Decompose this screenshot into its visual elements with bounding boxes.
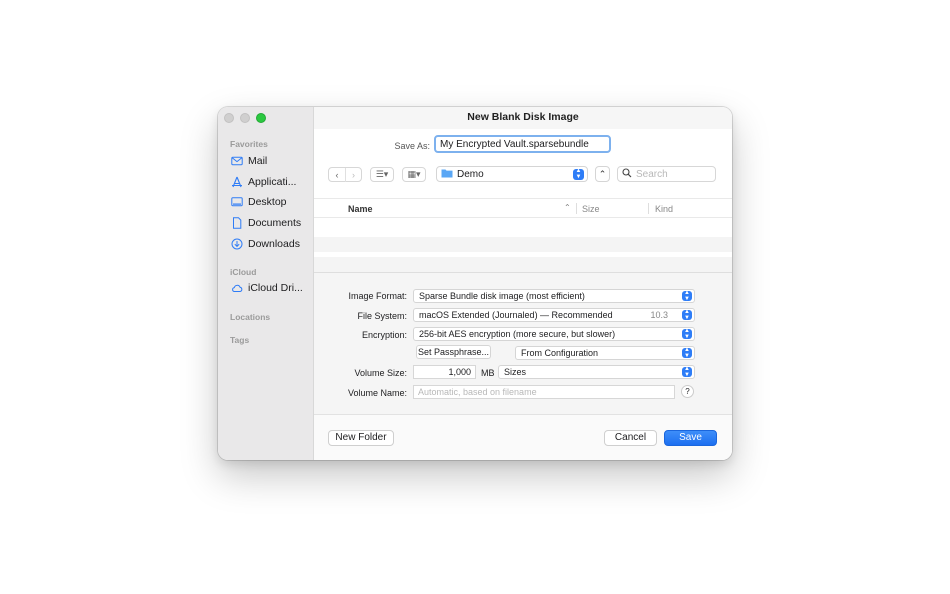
sidebar-item-label: Documents — [248, 217, 302, 229]
file-system-version: 10.3 — [650, 310, 668, 320]
sidebar-item-icloud-drive[interactable]: iCloud Dri... — [230, 279, 310, 297]
encryption-label: Encryption: — [361, 330, 407, 340]
sidebar-item-applications[interactable]: Applicati... — [230, 173, 310, 191]
column-kind[interactable]: Kind — [655, 204, 673, 214]
sidebar-item-downloads[interactable]: Downloads — [230, 235, 310, 253]
mail-icon — [230, 155, 243, 168]
applications-icon — [230, 176, 243, 189]
location-name: Demo — [457, 168, 484, 180]
set-passphrase-button[interactable]: Set Passphrase... — [416, 345, 491, 359]
sidebar-item-label: iCloud Dri... — [248, 282, 303, 294]
sidebar-item-desktop[interactable]: Desktop — [230, 193, 310, 211]
search-field — [617, 166, 716, 182]
new-folder-button[interactable]: New Folder — [328, 430, 394, 446]
popup-stepper-icon: ▲ ▼ — [573, 168, 584, 180]
downloads-icon — [230, 238, 243, 251]
sidebar-item-mail[interactable]: Mail — [230, 152, 310, 170]
image-format-popup[interactable]: Sparse Bundle disk image (most efficient… — [413, 289, 695, 303]
dialog-main: New Blank Disk Image Save As: ‹ › ☰▾ ▦▾ … — [314, 107, 732, 460]
save-button[interactable]: Save — [664, 430, 717, 446]
file-system-popup[interactable]: macOS Extended (Journaled) — Recommended… — [413, 308, 695, 322]
search-icon — [622, 167, 632, 181]
close-window-button[interactable] — [224, 113, 234, 123]
popup-stepper-icon: ▲ ▼ — [682, 328, 692, 340]
zoom-window-button[interactable] — [256, 113, 266, 123]
sidebar-section-favorites: Favorites — [230, 139, 268, 149]
window-title: New Blank Disk Image — [314, 107, 732, 129]
column-size[interactable]: Size — [582, 204, 600, 214]
sidebar-item-label: Downloads — [248, 238, 300, 250]
sidebar: Favorites Mail Applicati... Desktop Docu… — [218, 107, 314, 460]
view-options-button[interactable]: ☰▾ — [370, 167, 394, 182]
column-separator[interactable] — [648, 203, 649, 214]
folder-icon — [441, 168, 453, 181]
popup-stepper-icon: ▲ ▼ — [682, 290, 692, 302]
cancel-button[interactable]: Cancel — [604, 430, 657, 446]
minimize-window-button[interactable] — [240, 113, 250, 123]
popup-stepper-icon: ▲ ▼ — [682, 347, 692, 359]
help-button[interactable]: ? — [681, 385, 694, 398]
save-dialog-window: Favorites Mail Applicati... Desktop Docu… — [218, 107, 732, 460]
grid-icon: ▦▾ — [407, 169, 421, 179]
image-format-value: Sparse Bundle disk image (most efficient… — [419, 291, 585, 301]
volume-size-input[interactable] — [413, 365, 476, 379]
volume-name-input[interactable] — [413, 385, 675, 399]
list-view-icon: ☰▾ — [375, 169, 389, 179]
column-separator[interactable] — [576, 203, 577, 214]
file-list-header: Name ⌃ Size Kind — [314, 198, 732, 218]
sidebar-item-label: Applicati... — [248, 176, 297, 188]
sidebar-item-label: Desktop — [248, 196, 287, 208]
size-presets-value: Sizes — [504, 367, 527, 377]
save-as-input[interactable] — [434, 135, 611, 153]
sidebar-item-label: Mail — [248, 155, 268, 167]
file-system-label: File System: — [357, 311, 407, 321]
forward-icon[interactable]: › — [344, 167, 361, 182]
window-controls — [224, 113, 266, 123]
popup-stepper-icon: ▲ ▼ — [682, 366, 692, 378]
search-input[interactable] — [636, 168, 706, 180]
passphrase-source-value: From Configuration — [521, 348, 599, 358]
desktop-icon — [230, 196, 243, 209]
volume-size-label: Volume Size: — [354, 368, 407, 378]
sidebar-item-documents[interactable]: Documents — [230, 214, 310, 232]
back-forward-buttons: ‹ › — [328, 167, 362, 182]
file-system-value: macOS Extended (Journaled) — Recommended — [419, 310, 613, 320]
popup-stepper-icon: ▲ ▼ — [682, 309, 692, 321]
volume-name-label: Volume Name: — [347, 388, 407, 398]
document-icon — [230, 217, 243, 230]
collapse-chevron-button[interactable]: ⌃ — [595, 166, 610, 182]
sidebar-section-icloud: iCloud — [230, 267, 257, 277]
location-popup[interactable]: Demo ▲ ▼ — [436, 166, 588, 182]
size-presets-popup[interactable]: Sizes ▲ ▼ — [498, 365, 695, 379]
sidebar-section-locations: Locations — [230, 312, 271, 322]
list-row-empty — [314, 218, 732, 233]
encryption-value: 256-bit AES encryption (more secure, but… — [419, 329, 616, 339]
column-name[interactable]: Name — [348, 204, 373, 214]
passphrase-source-popup[interactable]: From Configuration ▲ ▼ — [515, 346, 695, 360]
dialog-footer: New Folder Cancel Save — [314, 414, 732, 460]
sort-ascending-icon: ⌃ — [564, 203, 571, 212]
list-row-empty — [314, 257, 732, 272]
image-format-label: Image Format: — [348, 291, 407, 301]
sidebar-section-tags: Tags — [230, 335, 250, 345]
cloud-icon — [230, 282, 243, 295]
group-options-button[interactable]: ▦▾ — [402, 167, 426, 182]
back-icon[interactable]: ‹ — [329, 168, 345, 182]
disk-image-options: Image Format: Sparse Bundle disk image (… — [314, 273, 732, 414]
volume-size-unit: MB — [481, 368, 495, 378]
encryption-popup[interactable]: 256-bit AES encryption (more secure, but… — [413, 327, 695, 341]
list-row-empty — [314, 237, 732, 252]
save-as-label: Save As: — [394, 141, 430, 151]
